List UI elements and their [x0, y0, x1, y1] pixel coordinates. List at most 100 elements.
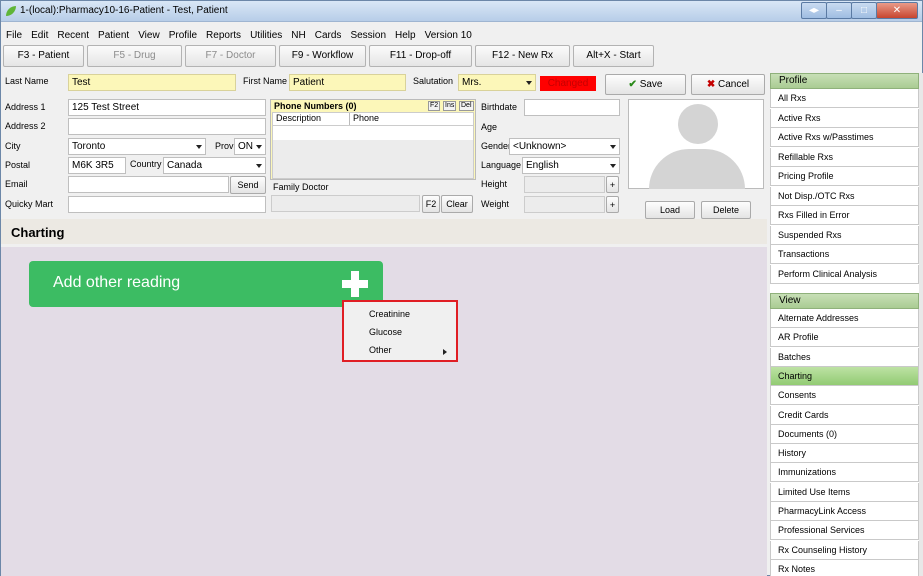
phone-numbers-title: Phone Numbers (0) [274, 101, 357, 111]
menu-recent[interactable]: Recent [52, 28, 93, 43]
quicky-mart-field[interactable] [68, 196, 266, 213]
sidebar-item-refillable-rxs[interactable]: Refillable Rxs [770, 147, 919, 167]
height-field[interactable] [524, 176, 605, 193]
patient-form: Last Name Test First Name Patient Saluta… [1, 71, 767, 219]
add-reading-card[interactable]: Add other reading [29, 261, 383, 307]
sidebar-item-pharmacylink-access[interactable]: PharmacyLink Access [770, 502, 919, 521]
menu-item-other[interactable]: Other [369, 344, 392, 356]
send-button[interactable]: Send [230, 176, 266, 194]
menu-item-creatinine[interactable]: Creatinine [369, 308, 410, 320]
sidebar-item-professional-services[interactable]: Professional Services [770, 521, 919, 541]
sidebar-view-header[interactable]: View [770, 293, 919, 309]
quicky-mart-label: Quicky Mart [5, 199, 54, 209]
country-select[interactable]: Canada [163, 157, 266, 174]
sidebar-item-pricing-profile[interactable]: Pricing Profile [770, 167, 919, 186]
sidebar-item-limited-use-items[interactable]: Limited Use Items [770, 482, 919, 502]
add-reading-label: Add other reading [53, 274, 181, 291]
menu-cards[interactable]: Cards [310, 28, 346, 43]
sidebar-item-rx-notes[interactable]: Rx Notes [770, 559, 919, 576]
first-name-field[interactable]: Patient [289, 74, 406, 91]
email-field[interactable] [68, 176, 229, 193]
doctor-f2-button[interactable]: F2 [422, 195, 440, 213]
menu-patient[interactable]: Patient [93, 28, 133, 43]
sidebar-item-batches[interactable]: Batches [770, 347, 919, 367]
sidebar-item-consents[interactable]: Consents [770, 386, 919, 406]
fkey-f7-doctor-button[interactable]: F7 - Doctor [185, 45, 276, 67]
menu-file[interactable]: File [1, 28, 26, 43]
last-name-field[interactable]: Test [68, 74, 236, 91]
menu-reports[interactable]: Reports [201, 28, 245, 43]
menu-version-10[interactable]: Version 10 [420, 28, 476, 43]
phone-grid[interactable]: Description Phone [272, 112, 474, 179]
sidebar-item-transactions[interactable]: Transactions [770, 245, 919, 264]
postal-field[interactable]: M6K 3R5 [68, 157, 126, 174]
photo-load-button[interactable]: Load [645, 201, 695, 219]
doctor-clear-button[interactable]: Clear [441, 195, 473, 213]
salutation-select[interactable]: Mrs. [458, 74, 536, 91]
profile-sidebar: Profile All Rxs Active Rxs Active Rxs w/Pas… [770, 73, 920, 576]
sidebar-item-alternate-addresses[interactable]: Alternate Addresses [770, 309, 919, 328]
menu-view[interactable]: View [133, 28, 164, 43]
sidebar-item-rx-counseling-history[interactable]: Rx Counseling History [770, 540, 919, 560]
sidebar-item-ar-profile[interactable]: AR Profile [770, 328, 919, 348]
function-key-toolbar: F3 - Patient F5 - Drug F7 - Doctor F9 - Wor… [1, 45, 922, 67]
language-select[interactable]: English [522, 157, 620, 174]
maximize-button[interactable]: □ [851, 2, 877, 19]
save-button[interactable]: ✔ Save [605, 74, 686, 95]
sidebar-item-history[interactable]: History [770, 444, 919, 464]
sidebar-scrollbar[interactable] [919, 73, 923, 576]
address2-field[interactable] [68, 118, 266, 135]
gender-value: <Unknown> [513, 141, 567, 152]
close-button[interactable]: ✕ [876, 2, 918, 19]
reading-context-menu: Creatinine Glucose Other [342, 300, 458, 362]
sidebar-item-charting[interactable]: Charting [770, 366, 919, 386]
address1-field[interactable]: 125 Test Street [68, 99, 266, 116]
weight-add-button[interactable]: + [606, 196, 619, 213]
sidebar-item-credit-cards[interactable]: Credit Cards [770, 405, 919, 425]
sidebar-item-all-rxs[interactable]: All Rxs [770, 89, 919, 108]
menu-edit[interactable]: Edit [26, 28, 52, 43]
minimize-button[interactable]: – [826, 2, 852, 19]
first-name-label: First Name [243, 76, 288, 86]
city-select[interactable]: Toronto [68, 138, 206, 155]
fkey-alt-x-start-button[interactable]: Alt+X - Start [573, 45, 654, 67]
country-value: Canada [167, 160, 203, 171]
submenu-arrow-icon [443, 349, 447, 355]
fkey-f3-patient-button[interactable]: F3 - Patient [3, 45, 84, 67]
cancel-button[interactable]: ✖ Cancel [691, 74, 765, 95]
height-add-button[interactable]: + [606, 176, 619, 193]
phone-delete-button[interactable]: Del [459, 101, 474, 111]
photo-delete-button[interactable]: Delete [701, 201, 751, 219]
sidebar-profile-header[interactable]: Profile [770, 73, 919, 89]
restore-icon[interactable]: ◂▸ [801, 2, 827, 19]
weight-field[interactable] [524, 196, 605, 213]
sidebar-item-not-disp-otc-rxs[interactable]: Not Disp./OTC Rxs [770, 186, 919, 206]
sidebar-item-rxs-filled-in-error[interactable]: Rxs Filled in Error [770, 206, 919, 225]
sidebar-item-active-rxs-w-passtimes[interactable]: Active Rxs w/Passtimes [770, 128, 919, 147]
gender-select[interactable]: <Unknown> [509, 138, 620, 155]
address2-label: Address 2 [5, 121, 46, 131]
menu-help[interactable]: Help [390, 28, 420, 43]
sidebar-item-suspended-rxs[interactable]: Suspended Rxs [770, 225, 919, 245]
sidebar-item-perform-clinical-analysis[interactable]: Perform Clinical Analysis [770, 264, 919, 284]
birthdate-field[interactable] [524, 99, 620, 116]
menu-nh[interactable]: NH [286, 28, 309, 43]
menu-session[interactable]: Session [345, 28, 390, 43]
sidebar-item-documents-0[interactable]: Documents (0) [770, 424, 919, 444]
menu-item-glucose[interactable]: Glucose [369, 326, 402, 338]
menu-utilities[interactable]: Utilities [245, 28, 286, 43]
family-doctor-field[interactable] [271, 195, 420, 212]
address1-label: Address 1 [5, 102, 46, 112]
fkey-f9-workflow-button[interactable]: F9 - Workflow [279, 45, 366, 67]
phone-insert-button[interactable]: Ins [443, 101, 457, 111]
sidebar-item-active-rxs[interactable]: Active Rxs [770, 108, 919, 128]
window-controls: ◂▸ – □ ✕ [801, 2, 918, 19]
menu-profile[interactable]: Profile [164, 28, 201, 43]
phone-f2-button[interactable]: F2 [428, 101, 441, 111]
fkey-f5-drug-button[interactable]: F5 - Drug [87, 45, 182, 67]
fkey-f12-new-rx-button[interactable]: F12 - New Rx [475, 45, 570, 67]
fkey-f11-drop-off-button[interactable]: F11 - Drop-off [369, 45, 472, 67]
sidebar-item-immunizations[interactable]: Immunizations [770, 463, 919, 483]
prov-value: ON [238, 141, 253, 152]
prov-select[interactable]: ON [234, 138, 266, 155]
